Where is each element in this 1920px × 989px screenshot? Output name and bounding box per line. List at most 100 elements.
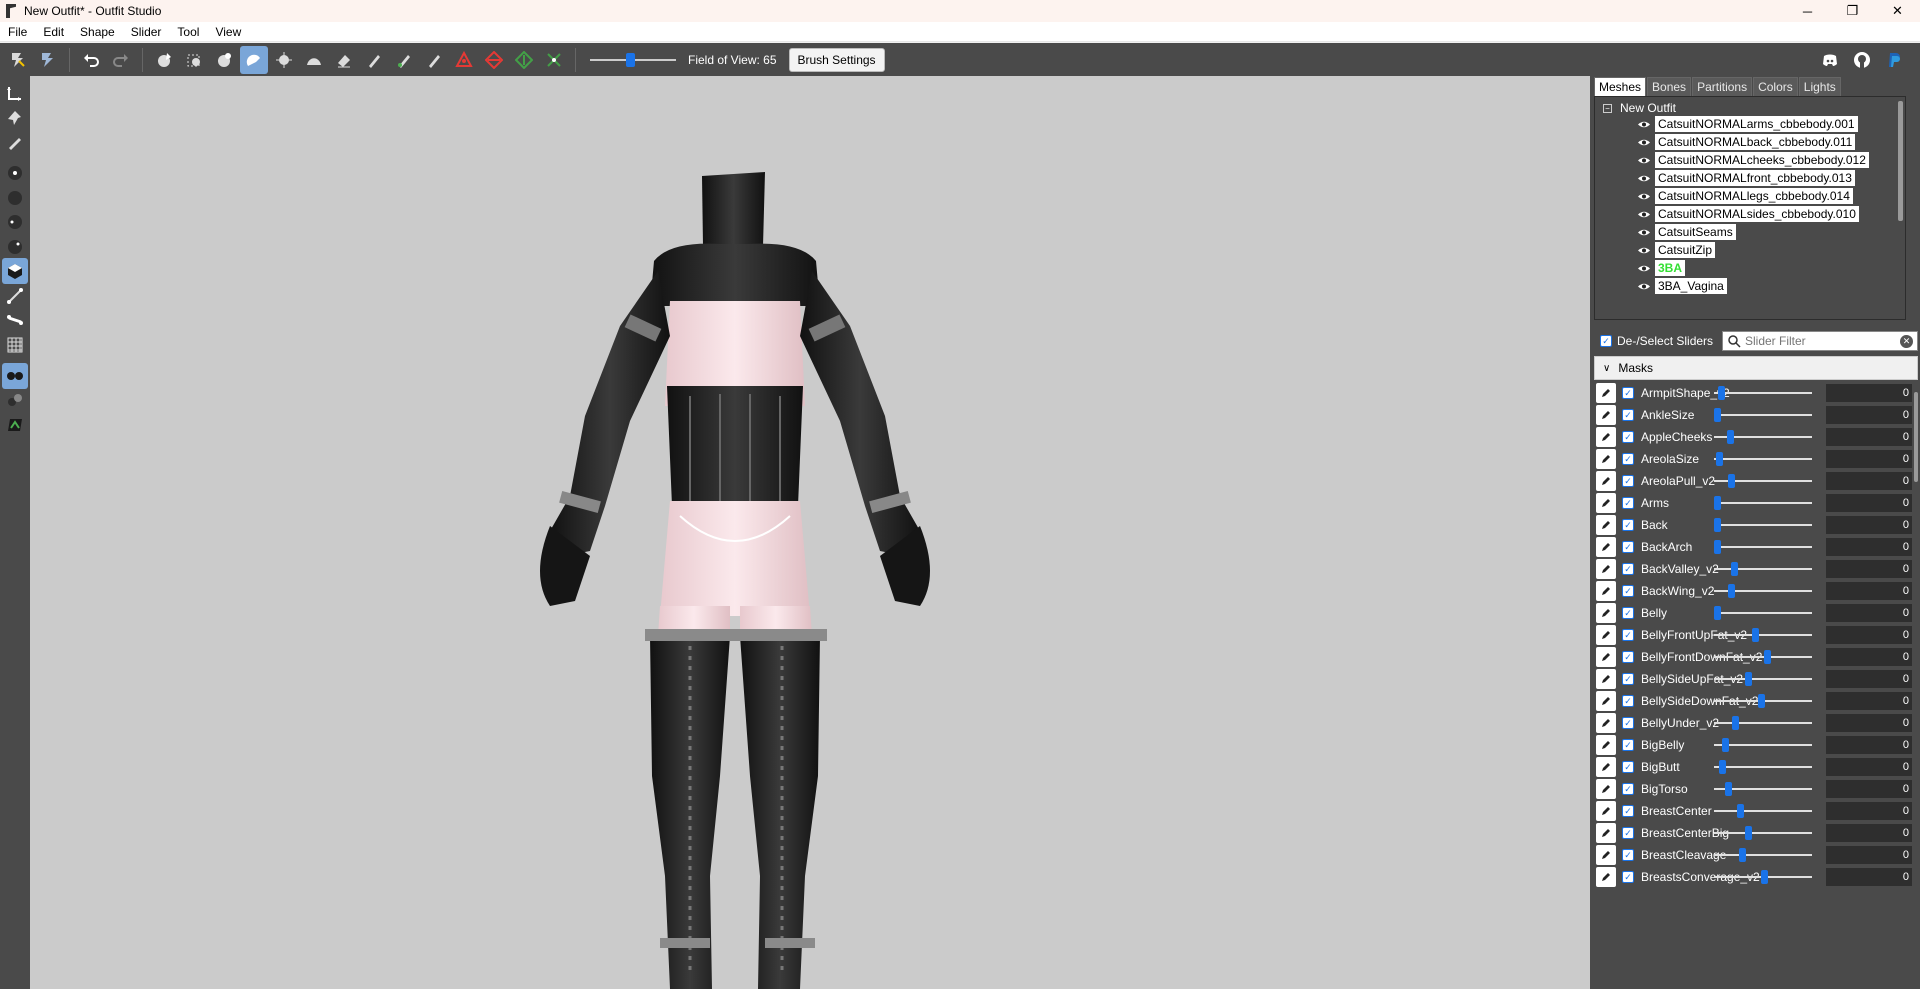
edit-slider-pencil-icon[interactable] xyxy=(1596,735,1616,755)
slider-value[interactable]: 0 xyxy=(1826,802,1912,820)
menu-file[interactable]: File xyxy=(0,25,35,39)
mesh-item[interactable]: CatsuitNORMALlegs_cbbebody.014 xyxy=(1637,187,1853,205)
slider-checkbox[interactable]: ✓ xyxy=(1622,409,1634,421)
menu-edit[interactable]: Edit xyxy=(35,25,72,39)
mesh-item[interactable]: CatsuitNORMALfront_cbbebody.013 xyxy=(1637,169,1855,187)
slider-checkbox[interactable]: ✓ xyxy=(1622,805,1634,817)
texture-toggle-icon[interactable] xyxy=(2,412,28,438)
slider-value[interactable]: 0 xyxy=(1826,714,1912,732)
slider-checkbox[interactable]: ✓ xyxy=(1622,651,1634,663)
slider-value[interactable]: 0 xyxy=(1826,670,1912,688)
brush-settings-button[interactable]: Brush Settings xyxy=(788,47,885,72)
edit-slider-pencil-icon[interactable] xyxy=(1596,383,1616,403)
mesh-name[interactable]: 3BA xyxy=(1655,260,1686,276)
brush-falloff-icon[interactable] xyxy=(2,209,28,235)
slider-track[interactable] xyxy=(1714,568,1812,570)
slider-checkbox[interactable]: ✓ xyxy=(1622,871,1634,883)
slider-value[interactable]: 0 xyxy=(1826,384,1912,402)
edit-slider-pencil-icon[interactable] xyxy=(1596,405,1616,425)
slider-track[interactable] xyxy=(1714,810,1812,812)
slider-value[interactable]: 0 xyxy=(1826,780,1912,798)
eye-visibility-icon[interactable] xyxy=(1637,138,1651,147)
slider-filter-input[interactable] xyxy=(1745,334,1895,348)
slider-thumb[interactable] xyxy=(1728,584,1735,598)
slider-value[interactable]: 0 xyxy=(1826,494,1912,512)
github-icon[interactable] xyxy=(1847,46,1877,74)
mesh-name[interactable]: CatsuitNORMALarms_cbbebody.001 xyxy=(1655,116,1858,132)
wireframe-grid-icon[interactable] xyxy=(2,332,28,358)
edge-view-icon[interactable] xyxy=(2,283,28,309)
edit-slider-pencil-icon[interactable] xyxy=(1596,691,1616,711)
slider-value[interactable]: 0 xyxy=(1826,406,1912,424)
slider-value[interactable]: 0 xyxy=(1826,868,1912,886)
slider-checkbox[interactable]: ✓ xyxy=(1622,761,1634,773)
slider-track[interactable] xyxy=(1714,612,1812,614)
vertex-edit-icon[interactable] xyxy=(2,129,28,155)
slider-thumb[interactable] xyxy=(1732,716,1739,730)
slider-checkbox[interactable]: ✓ xyxy=(1622,695,1634,707)
slider-track[interactable] xyxy=(1714,832,1812,834)
alpha-brush-icon[interactable] xyxy=(420,46,448,74)
cube-view-icon[interactable] xyxy=(2,258,28,284)
mesh-item[interactable]: CatsuitNORMALback_cbbebody.011 xyxy=(1637,133,1856,151)
slider-thumb[interactable] xyxy=(1714,408,1721,422)
move-vertex-icon[interactable] xyxy=(540,46,568,74)
shading-icon[interactable] xyxy=(2,387,28,413)
mesh-item[interactable]: 3BA xyxy=(1637,259,1686,277)
slider-thumb[interactable] xyxy=(1745,826,1752,840)
tab-colors[interactable]: Colors xyxy=(1753,77,1798,96)
slider-value[interactable]: 0 xyxy=(1826,824,1912,842)
collapse-icon[interactable]: − xyxy=(1603,103,1612,113)
fov-slider-thumb[interactable] xyxy=(626,52,635,67)
slider-value[interactable]: 0 xyxy=(1826,626,1912,644)
slider-checkbox[interactable]: ✓ xyxy=(1622,585,1634,597)
outfit-studio-icon[interactable] xyxy=(4,46,32,74)
close-button[interactable]: ✕ xyxy=(1875,0,1920,22)
transform-tool-icon[interactable] xyxy=(2,80,28,106)
slider-value[interactable]: 0 xyxy=(1826,692,1912,710)
edit-slider-pencil-icon[interactable] xyxy=(1596,625,1616,645)
edit-slider-pencil-icon[interactable] xyxy=(1596,449,1616,469)
slider-value[interactable]: 0 xyxy=(1826,538,1912,556)
pivot-tool-icon[interactable] xyxy=(2,105,28,131)
dual-sphere-icon[interactable] xyxy=(2,363,28,389)
weight-brush-icon[interactable] xyxy=(360,46,388,74)
eye-visibility-icon[interactable] xyxy=(1637,264,1651,273)
tab-meshes[interactable]: Meshes xyxy=(1594,77,1647,96)
brush-size-medium-icon[interactable] xyxy=(2,185,28,211)
edit-slider-pencil-icon[interactable] xyxy=(1596,779,1616,799)
slider-thumb[interactable] xyxy=(1764,650,1771,664)
eye-visibility-icon[interactable] xyxy=(1637,120,1651,129)
smooth-brush-icon[interactable] xyxy=(300,46,328,74)
slider-thumb[interactable] xyxy=(1739,848,1746,862)
slider-track[interactable] xyxy=(1714,458,1812,460)
edit-slider-pencil-icon[interactable] xyxy=(1596,603,1616,623)
eye-visibility-icon[interactable] xyxy=(1637,192,1651,201)
edit-slider-pencil-icon[interactable] xyxy=(1596,515,1616,535)
slider-checkbox[interactable]: ✓ xyxy=(1622,629,1634,641)
mesh-name[interactable]: CatsuitNORMALback_cbbebody.011 xyxy=(1655,134,1856,150)
eye-visibility-icon[interactable] xyxy=(1637,210,1651,219)
color-brush-icon[interactable] xyxy=(390,46,418,74)
eye-visibility-icon[interactable] xyxy=(1637,228,1651,237)
edit-slider-pencil-icon[interactable] xyxy=(1596,581,1616,601)
slider-checkbox[interactable]: ✓ xyxy=(1622,431,1634,443)
mesh-name[interactable]: CatsuitZip xyxy=(1655,242,1716,258)
slider-track[interactable] xyxy=(1714,678,1812,680)
slider-checkbox[interactable]: ✓ xyxy=(1622,607,1634,619)
mesh-name[interactable]: CatsuitNORMALfront_cbbebody.013 xyxy=(1655,170,1855,186)
slider-thumb[interactable] xyxy=(1727,430,1734,444)
edit-slider-pencil-icon[interactable] xyxy=(1596,823,1616,843)
collapse-vertex-icon[interactable] xyxy=(450,46,478,74)
mesh-item[interactable]: CatsuitSeams xyxy=(1637,223,1736,241)
inflate-brush-icon[interactable] xyxy=(210,46,238,74)
edit-slider-pencil-icon[interactable] xyxy=(1596,559,1616,579)
edit-slider-pencil-icon[interactable] xyxy=(1596,537,1616,557)
slider-value[interactable]: 0 xyxy=(1826,560,1912,578)
minimize-button[interactable]: ─ xyxy=(1785,0,1830,22)
slider-thumb[interactable] xyxy=(1745,672,1752,686)
menu-tool[interactable]: Tool xyxy=(169,25,207,39)
slider-thumb[interactable] xyxy=(1761,870,1768,884)
slider-thumb[interactable] xyxy=(1714,606,1721,620)
menu-shape[interactable]: Shape xyxy=(72,25,123,39)
